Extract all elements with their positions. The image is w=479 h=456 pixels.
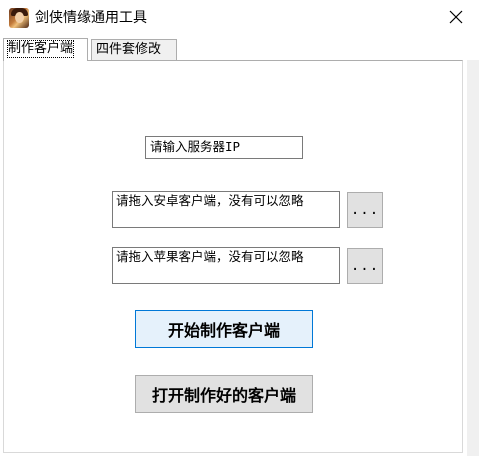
ios-browse-button[interactable]: ... (347, 248, 383, 284)
window-title: 剑侠情缘通用工具 (35, 10, 147, 26)
close-icon (449, 10, 463, 24)
app-window: 剑侠情缘通用工具 制作客户端 四件套修改 请输入服务器IP 请拖入安卓客户端，没… (0, 0, 479, 456)
game-character-icon (9, 8, 29, 28)
tab-edit-fourpiece[interactable]: 四件套修改 (91, 39, 177, 60)
tab-edit-fourpiece-label: 四件套修改 (96, 42, 162, 57)
server-ip-input[interactable]: 请输入服务器IP (145, 136, 303, 159)
window-edge (467, 60, 479, 456)
android-browse-button[interactable]: ... (347, 192, 383, 228)
tab-make-client[interactable]: 制作客户端 (3, 38, 88, 61)
open-client-button[interactable]: 打开制作好的客户端 (135, 375, 313, 413)
android-client-input[interactable]: 请拖入安卓客户端，没有可以忽略 (112, 191, 340, 228)
ios-client-input[interactable]: 请拖入苹果客户端，没有可以忽略 (112, 247, 340, 284)
close-button[interactable] (433, 0, 479, 34)
tab-make-client-label: 制作客户端 (6, 40, 75, 58)
make-client-button[interactable]: 开始制作客户端 (135, 310, 313, 348)
title-bar[interactable]: 剑侠情缘通用工具 (0, 0, 479, 36)
